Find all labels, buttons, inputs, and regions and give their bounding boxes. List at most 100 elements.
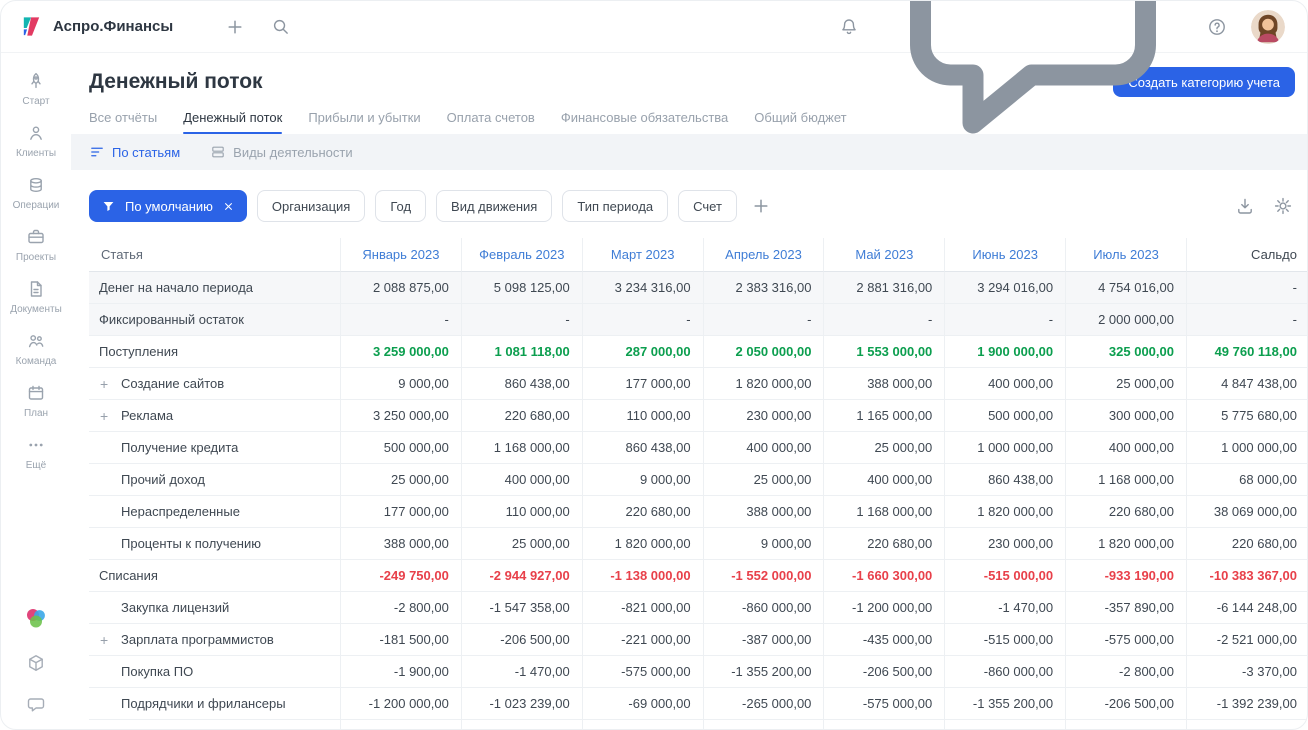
view-tabs: По статьям Виды деятельности	[89, 144, 353, 160]
view-tab-by-items[interactable]: По статьям	[89, 144, 180, 160]
table-cell: 9 000,00	[582, 464, 704, 496]
table-cell: 25 000,00	[341, 464, 462, 496]
settings-gear-icon[interactable]	[1273, 196, 1293, 216]
table-cell: 1 820 000,00	[1066, 528, 1187, 560]
table-row: + Реклама 3 250 000,00 220 680,00 110 000,00…	[89, 400, 1307, 432]
table-cell: 1 553 000,00	[824, 336, 946, 368]
table-cell: -2 800,00	[341, 592, 462, 624]
table-cell: -	[1186, 304, 1307, 336]
row-label[interactable]: +Зарплата программистов	[89, 720, 341, 729]
search-icon[interactable]	[271, 17, 290, 36]
row-label[interactable]: Закупка лицензий	[89, 592, 341, 624]
aspro-cloud-logo[interactable]	[23, 605, 49, 631]
row-label[interactable]: Покупка ПО	[89, 656, 341, 688]
avatar[interactable]	[1251, 9, 1285, 44]
sidebar-item-start[interactable]: Старт	[10, 71, 62, 107]
table-cell: 860 438,00	[945, 464, 1067, 496]
table-cell: -1 138 000,00	[582, 560, 704, 592]
table-cell: -575 000,00	[582, 656, 704, 688]
sidebar-item-more[interactable]: Ещё	[10, 435, 62, 471]
table-cell: 220 680,00	[1066, 496, 1187, 528]
sidebar-nav: Старт Клиенты Операции Проекты Документы Кома…	[10, 71, 62, 487]
expand-icon[interactable]: +	[100, 377, 108, 391]
bell-icon[interactable]	[839, 17, 859, 37]
table-row: Покупка ПО -1 900,00 -1 470,00 -575 000,00-…	[89, 656, 1307, 688]
expand-icon[interactable]: +	[100, 633, 108, 647]
table-cell: -	[582, 304, 704, 336]
sidebar-item-clients[interactable]: Клиенты	[10, 123, 62, 159]
sidebar-item-label: Клиенты	[15, 148, 57, 159]
row-label[interactable]: Прочий доход	[89, 464, 341, 496]
add-filter-icon[interactable]	[751, 196, 771, 216]
sidebar-item-plan[interactable]: План	[10, 383, 62, 419]
filter-chip-1[interactable]: Год	[375, 190, 427, 222]
rocket-icon	[26, 71, 46, 91]
table-cell: 1 000 000,00	[1186, 432, 1307, 464]
table-cell: -1 552 000,00	[703, 560, 825, 592]
tab-liabilities[interactable]: Финансовые обязательства	[561, 110, 728, 134]
filter-chip-0[interactable]: Организация	[256, 190, 366, 222]
sidebar-item-operations[interactable]: Операции	[10, 175, 62, 211]
tab-bills[interactable]: Оплата счетов	[447, 110, 535, 134]
column-header: Июль 2023	[1066, 238, 1187, 272]
tab-cashflow[interactable]: Денежный поток	[183, 110, 283, 134]
table-cell: -1 200 000,00	[341, 688, 462, 720]
table-cell: -6 144 248,00	[1186, 592, 1307, 624]
close-icon[interactable]	[222, 200, 235, 213]
table-cell: 2 050 000,00	[703, 336, 825, 368]
row-label[interactable]: Проценты к получению	[89, 528, 341, 560]
row-label[interactable]: + Создание сайтов	[89, 368, 341, 400]
table-cell: 230 000,00	[703, 400, 825, 432]
table-cell: 177 000,00	[582, 368, 704, 400]
help-icon[interactable]	[1207, 17, 1227, 37]
view-tab-by-activity[interactable]: Виды деятельности	[210, 144, 353, 160]
table-cell: 2 383 316,00	[703, 272, 825, 304]
table-cell: -575 000,00	[1066, 624, 1187, 656]
sidebar-item-documents[interactable]: Документы	[10, 279, 62, 315]
table-cell: 1 168 000,00	[824, 496, 946, 528]
table-cell: 1 165 000,00	[824, 400, 946, 432]
integrations-icon[interactable]	[26, 653, 46, 673]
sidebar-bottom	[1, 605, 71, 715]
sidebar: Старт Клиенты Операции Проекты Документы Кома…	[1, 53, 71, 729]
table-row: Поступления 3 259 000,00 1 081 118,00 287 0…	[89, 336, 1307, 368]
row-label[interactable]: Получение кредита	[89, 432, 341, 464]
table-cell: -206 500,00	[1066, 688, 1187, 720]
table-cell: -10 383 367,00	[1186, 560, 1307, 592]
filter-chip-2[interactable]: Вид движения	[436, 190, 553, 222]
tab-all-reports[interactable]: Все отчёты	[89, 110, 157, 134]
tab-budget[interactable]: Общий бюджет	[754, 110, 846, 134]
table-cell: 388 000,00	[341, 528, 462, 560]
filter-chip-4[interactable]: Счет	[678, 190, 737, 222]
row-label[interactable]: Подрядчики и фрилансеры	[89, 688, 341, 720]
download-icon[interactable]	[1235, 196, 1255, 216]
expand-icon[interactable]: +	[100, 409, 108, 423]
table-cell: -1 023 239,00	[461, 688, 583, 720]
column-header: Май 2023	[824, 238, 946, 272]
brand[interactable]: Аспро.Финансы	[19, 14, 173, 39]
active-filter-chip[interactable]: По умолчанию	[89, 190, 247, 222]
chat-button[interactable]: 3	[883, 1, 1183, 177]
filter-actions	[1235, 196, 1293, 216]
page-title: Денежный поток	[89, 70, 263, 93]
column-header: Июнь 2023	[945, 238, 1067, 272]
table-cell: 500 000,00	[341, 432, 462, 464]
table-cell: -860 000,00	[704, 720, 825, 729]
row-label[interactable]: +Зарплата программистов	[89, 624, 341, 656]
support-chat-icon[interactable]	[26, 695, 46, 715]
table-cell: -	[461, 304, 583, 336]
table-cell: 220 680,00	[461, 400, 583, 432]
row-label: Фиксированный остаток	[89, 304, 341, 336]
sidebar-item-projects[interactable]: Проекты	[10, 227, 62, 263]
tab-pnl[interactable]: Прибыли и убытки	[308, 110, 420, 134]
table-cell: 400 000,00	[1066, 432, 1187, 464]
table-cell: 400 000,00	[824, 464, 946, 496]
row-label[interactable]: + Реклама	[89, 400, 341, 432]
table-cell: -515 000,00	[945, 560, 1067, 592]
table-cell: 1 081 118,00	[461, 336, 583, 368]
filter-chips: Организация Год Вид движения Тип периода Сче…	[256, 190, 737, 222]
row-label[interactable]: Нераспределенные	[89, 496, 341, 528]
filter-chip-3[interactable]: Тип периода	[562, 190, 669, 222]
sidebar-item-team[interactable]: Команда	[10, 331, 62, 367]
add-icon[interactable]	[225, 17, 245, 37]
